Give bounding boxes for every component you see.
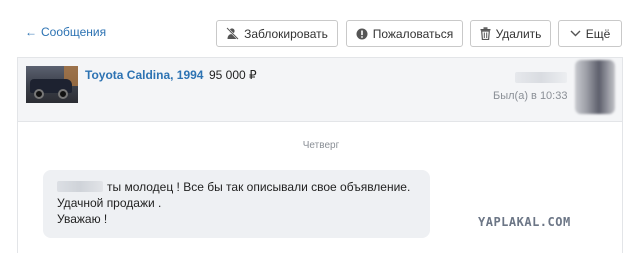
arrow-left-icon: ← xyxy=(25,25,37,39)
report-button[interactable]: Пожаловаться xyxy=(346,20,463,47)
delete-button-label: Удалить xyxy=(495,26,542,41)
block-button-label: Заблокировать xyxy=(244,26,328,41)
back-label: Сообщения xyxy=(41,25,107,39)
more-button[interactable]: Ещё xyxy=(558,20,622,47)
day-separator: Четверг xyxy=(302,140,340,151)
listing-title-link[interactable]: Toyota Caldina, 1994 xyxy=(85,68,203,82)
block-icon xyxy=(226,27,239,40)
message-bubble: ты молодец ! Все бы так описывали свое о… xyxy=(43,170,430,238)
redacted-username xyxy=(515,72,567,83)
message-line-1: ты молодец ! Все бы так описывали свое о… xyxy=(57,179,416,195)
message-line-2: Удачной продажи . xyxy=(57,196,162,210)
redacted-name xyxy=(57,181,103,192)
chat-page: ← Сообщения Заблокировать Пожаловаться У… xyxy=(0,0,640,253)
message-line-3: Уважаю ! xyxy=(57,212,108,226)
chevron-down-icon xyxy=(570,30,581,37)
watermark: YAPLAKAL.COM xyxy=(478,215,571,229)
listing-thumbnail[interactable] xyxy=(26,66,78,103)
avatar[interactable] xyxy=(575,60,615,114)
listing-header: Toyota Caldina, 1994 95 000 ₽ Был(а) в 1… xyxy=(17,57,623,121)
chat-area: Четверг ты молодец ! Все бы так описывал… xyxy=(17,121,623,253)
back-to-messages-link[interactable]: ← Сообщения xyxy=(25,25,106,39)
more-button-label: Ещё xyxy=(585,26,611,41)
toolbar: ← Сообщения Заблокировать Пожаловаться У… xyxy=(0,0,640,60)
alert-icon xyxy=(356,28,368,40)
report-button-label: Пожаловаться xyxy=(372,26,454,41)
message-text-1: ты молодец ! Все бы так описывали свое о… xyxy=(107,180,411,194)
block-button[interactable]: Заблокировать xyxy=(216,20,338,47)
listing-price: 95 000 ₽ xyxy=(209,68,257,82)
trash-icon xyxy=(480,27,491,40)
last-seen-status: Был(а) в 10:33 xyxy=(493,90,568,102)
delete-button[interactable]: Удалить xyxy=(470,20,551,47)
